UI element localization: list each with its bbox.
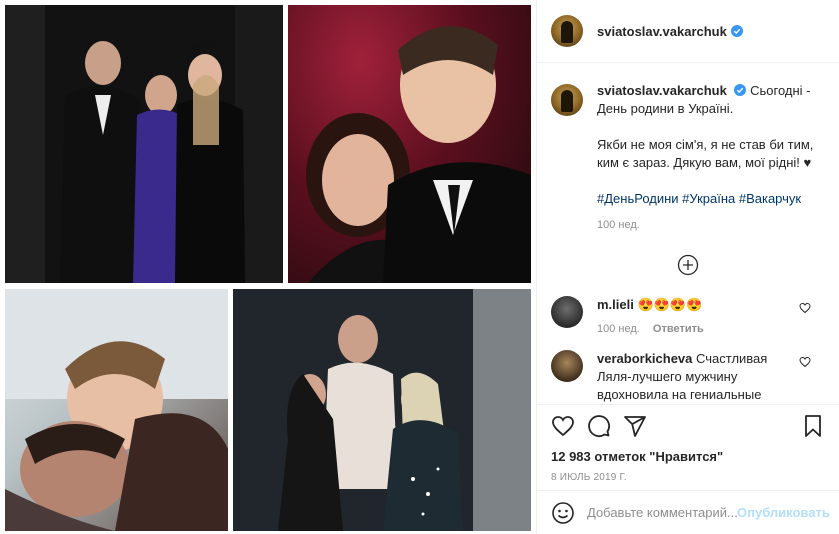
- photo-couple-selfie: [288, 5, 531, 283]
- comment-avatar[interactable]: [551, 350, 583, 382]
- verified-icon: [730, 25, 743, 37]
- comment-text: 😍😍😍😍: [637, 297, 703, 312]
- caption-hashtags[interactable]: #ДеньРодини #Україна #Вакарчук: [597, 190, 825, 208]
- post-media[interactable]: [0, 0, 537, 534]
- photo-three-people: [233, 289, 531, 531]
- post-caption: sviatoslav.vakarchuk Сьогодні - День род…: [537, 64, 839, 234]
- caption-username[interactable]: sviatoslav.vakarchuk: [597, 83, 727, 98]
- likes-count[interactable]: 12 983 отметок "Нравится": [551, 449, 825, 464]
- verified-icon: [734, 84, 747, 96]
- avatar[interactable]: [551, 15, 583, 47]
- header-username[interactable]: sviatoslav.vakarchuk: [597, 24, 727, 39]
- reply-button[interactable]: Ответить: [653, 323, 704, 335]
- share-icon[interactable]: [623, 414, 647, 438]
- emoji-icon[interactable]: [551, 501, 575, 525]
- caption-age: 100 нед.: [597, 219, 640, 231]
- comment-avatar[interactable]: [551, 296, 583, 328]
- comment-username[interactable]: veraborkicheva: [597, 351, 692, 366]
- photo-hug: [5, 289, 228, 531]
- comments-list[interactable]: sviatoslav.vakarchuk Сьогодні - День род…: [537, 64, 839, 403]
- comment-age: 100 нед.: [597, 323, 640, 335]
- comment-item: m.lieli 😍😍😍😍 100 нед. Ответить: [537, 296, 839, 338]
- comment-item: veraborkicheva Счастливая Ляля-лучшего м…: [537, 350, 839, 403]
- publish-button[interactable]: Опубликовать: [737, 505, 830, 520]
- caption-avatar[interactable]: [551, 84, 583, 116]
- add-comment-bar: Опубликовать: [537, 490, 839, 534]
- post-header: sviatoslav.vakarchuk: [537, 0, 839, 63]
- post-date: 8 ИЮЛЬ 2019 Г.: [551, 472, 627, 483]
- heart-icon[interactable]: [799, 302, 811, 314]
- heart-icon[interactable]: [799, 356, 811, 368]
- comment-icon[interactable]: [587, 414, 611, 438]
- post-actions: 12 983 отметок "Нравится" 8 ИЮЛЬ 2019 Г.: [537, 404, 839, 490]
- caption-paragraph: Якби не моя сім'я, я не став би тим, ким…: [597, 137, 814, 170]
- heart-icon[interactable]: [551, 414, 575, 438]
- comment-input[interactable]: [587, 505, 737, 520]
- add-circle-icon[interactable]: [677, 254, 699, 276]
- post-sidebar: sviatoslav.vakarchuk sviatoslav.vakarchu…: [537, 0, 839, 534]
- photo-family-graduation: [5, 5, 283, 283]
- comment-username[interactable]: m.lieli: [597, 297, 634, 312]
- bookmark-icon[interactable]: [801, 414, 825, 438]
